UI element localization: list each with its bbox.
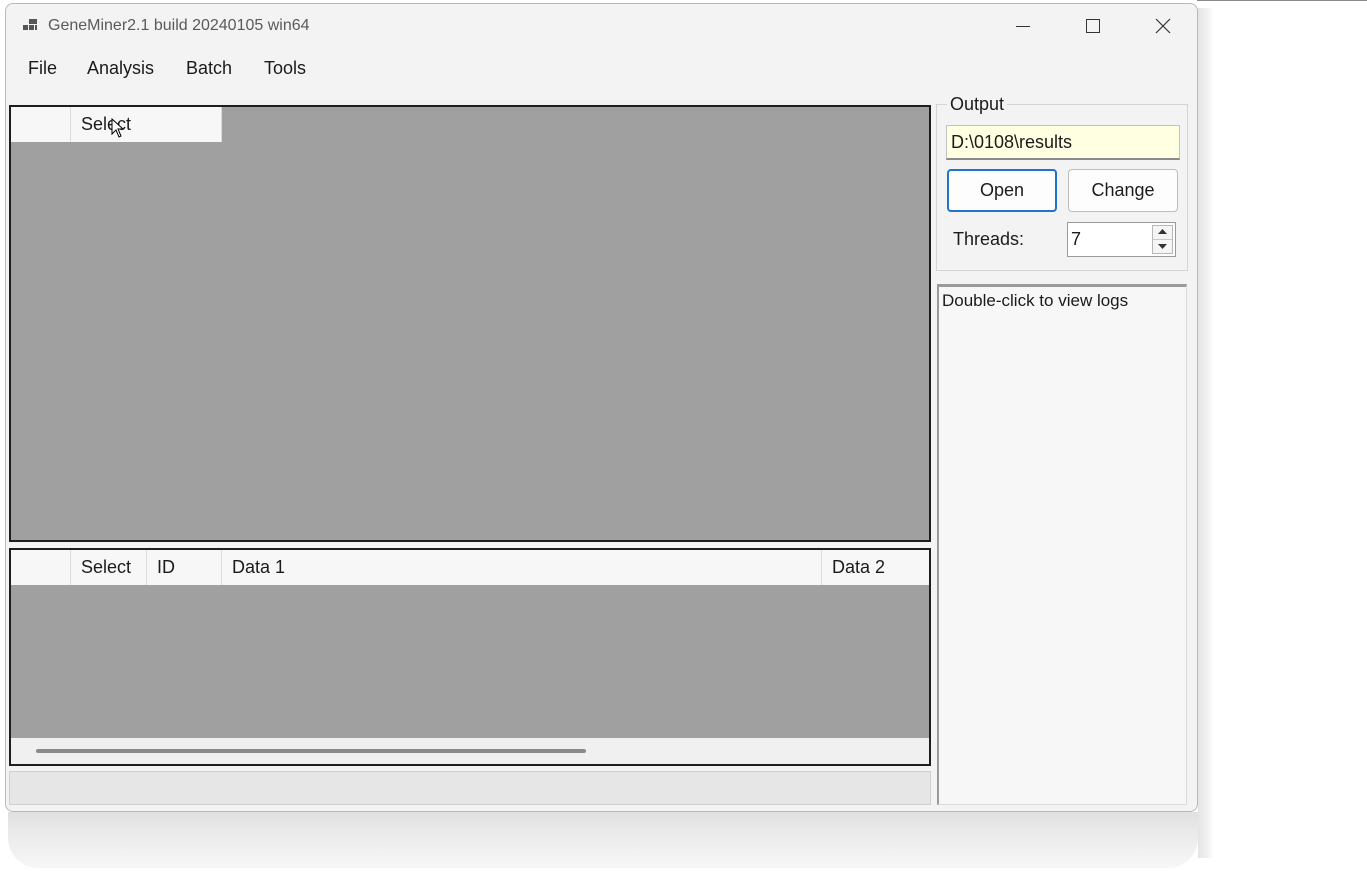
- column-header-data1[interactable]: Data 1: [222, 550, 822, 585]
- output-path-field[interactable]: [946, 125, 1180, 160]
- maximize-button[interactable]: [1058, 4, 1128, 48]
- horizontal-scrollbar[interactable]: [11, 738, 929, 764]
- maximize-icon: [1086, 19, 1100, 33]
- output-group-label: Output: [947, 94, 1008, 115]
- menu-batch[interactable]: Batch: [186, 58, 232, 79]
- close-icon: [1155, 18, 1171, 34]
- stepper-buttons: [1152, 225, 1173, 254]
- threads-label: Threads:: [953, 229, 1025, 249]
- column-header-data2[interactable]: Data 2: [822, 550, 929, 585]
- open-button[interactable]: Open: [947, 169, 1057, 212]
- mouse-cursor-icon: [111, 118, 124, 138]
- minimize-icon: [1016, 26, 1030, 27]
- stepper-down-button[interactable]: [1153, 240, 1172, 254]
- log-panel[interactable]: Double-click to view logs: [937, 284, 1187, 805]
- window-shadow-right: [1198, 8, 1214, 858]
- menu-bar: File Analysis Batch Tools: [6, 54, 1197, 84]
- menu-tools[interactable]: Tools: [264, 58, 306, 79]
- minimize-button[interactable]: [988, 4, 1058, 48]
- row-header-corner[interactable]: [11, 107, 71, 142]
- desktop-edge: [1197, 0, 1367, 1]
- arrow-down-icon: [1158, 244, 1167, 250]
- log-hint-text: Double-click to view logs: [942, 291, 1129, 310]
- bottom-data-grid[interactable]: Select ID Data 1 Data 2: [9, 548, 931, 766]
- app-icon: [23, 19, 37, 30]
- main-window: GeneMiner2.1 build 20240105 win64 File A…: [5, 3, 1198, 812]
- top-data-grid[interactable]: Select: [9, 105, 931, 542]
- window-shadow: [8, 812, 1198, 868]
- threads-stepper[interactable]: 7: [1067, 222, 1176, 257]
- scrollbar-thumb[interactable]: [36, 749, 586, 753]
- threads-value[interactable]: 7: [1071, 229, 1081, 250]
- column-header-id[interactable]: ID: [147, 550, 222, 585]
- column-header-select[interactable]: Select: [71, 550, 147, 585]
- column-header-select[interactable]: Select: [71, 107, 222, 142]
- menu-analysis[interactable]: Analysis: [87, 58, 154, 79]
- arrow-up-icon: [1158, 229, 1167, 235]
- window-title: GeneMiner2.1 build 20240105 win64: [48, 17, 310, 34]
- status-bar: [9, 771, 931, 805]
- change-button[interactable]: Change: [1068, 169, 1178, 212]
- row-header-corner[interactable]: [11, 550, 71, 585]
- menu-file[interactable]: File: [28, 58, 57, 79]
- close-button[interactable]: [1128, 4, 1198, 48]
- title-bar[interactable]: GeneMiner2.1 build 20240105 win64: [6, 4, 1197, 48]
- stepper-up-button[interactable]: [1153, 226, 1172, 240]
